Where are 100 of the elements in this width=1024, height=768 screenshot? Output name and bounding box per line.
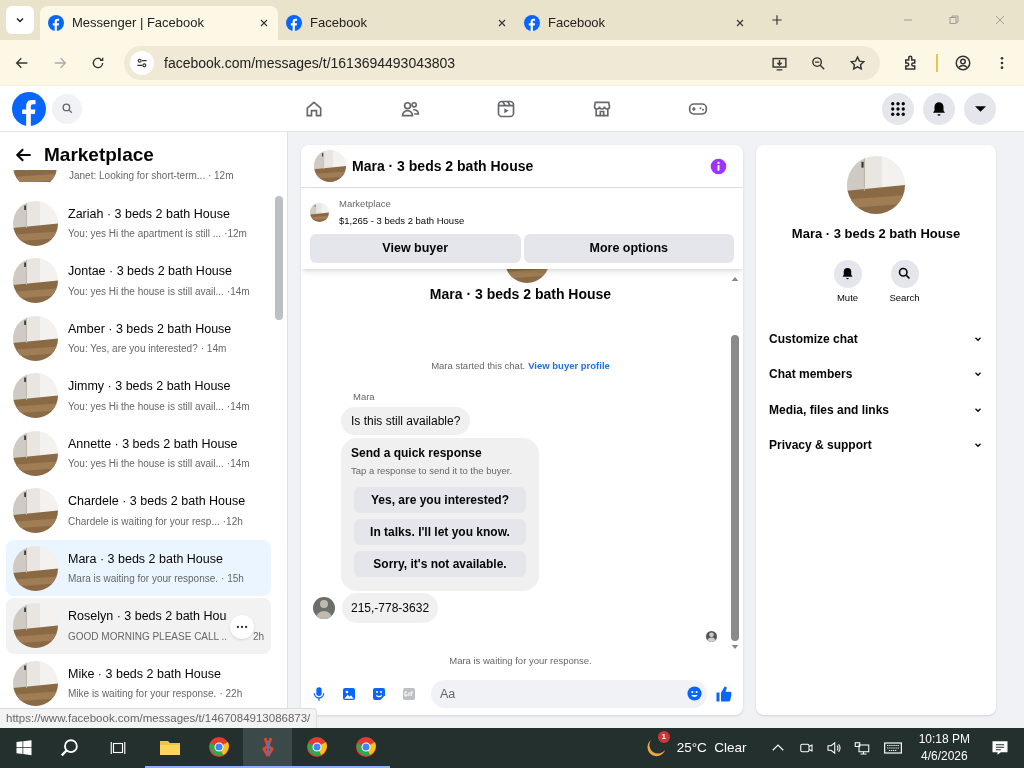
message-preview: Chardele is waiting for your resp... bbox=[68, 514, 220, 529]
browser-tab[interactable]: Facebook bbox=[516, 6, 754, 40]
info-icon[interactable] bbox=[710, 157, 727, 175]
address-bar[interactable]: facebook.com/messages/t/1613694493043803 bbox=[124, 46, 880, 80]
chrome-icon[interactable] bbox=[304, 735, 329, 759]
action-button[interactable] bbox=[890, 259, 919, 288]
close-icon[interactable] bbox=[258, 17, 270, 29]
search-icon bbox=[897, 266, 912, 281]
scrollbar-thumb[interactable] bbox=[275, 196, 283, 320]
waiting-note: Mara is waiting for your response. bbox=[448, 654, 593, 669]
chat-started-note: Mara started this chat. bbox=[431, 358, 526, 373]
facebook-logo-icon[interactable] bbox=[12, 91, 46, 126]
tab-title: Facebook bbox=[310, 14, 369, 33]
message-time: ·14m bbox=[226, 399, 250, 414]
weather-text: 25°C Clear bbox=[676, 738, 747, 757]
new-tab-icon[interactable] bbox=[770, 13, 784, 27]
close-icon[interactable] bbox=[734, 17, 746, 29]
message-preview: Mike is waiting for your response. bbox=[68, 687, 217, 702]
reload-icon[interactable] bbox=[90, 55, 106, 71]
contact-name: Mara · 3 beds 2 bath House bbox=[791, 225, 961, 243]
emoji-icon[interactable] bbox=[686, 685, 703, 702]
conversation-item[interactable]: Annette · 3 beds 2 bath House You: yes Hi the house is still avail... ·14m bbox=[6, 425, 271, 481]
sender-name: Mara bbox=[353, 389, 376, 404]
facebook-logo-icon bbox=[286, 15, 302, 31]
account-button[interactable] bbox=[964, 92, 996, 125]
message-time: · 22h bbox=[219, 687, 243, 702]
conversation-item[interactable]: Jimmy · 3 beds 2 bath House You: yes Hi the house is still avail... ·14m bbox=[6, 367, 271, 424]
browser-tab[interactable]: Facebook bbox=[278, 6, 516, 40]
quick-response-button[interactable]: Sorry, it's not available. bbox=[354, 551, 526, 578]
conversation-item[interactable]: Zariah · 3 beds 2 bath House You: yes Hi the apartment is still ... ·12m bbox=[6, 195, 271, 251]
windows-start-icon[interactable] bbox=[15, 739, 33, 757]
listing-summary: $1,265 - 3 beds 2 bath House bbox=[339, 214, 465, 229]
profile-icon[interactable] bbox=[954, 54, 972, 72]
quick-response-button[interactable]: Yes, are you interested? bbox=[354, 487, 526, 514]
listing-action-button[interactable]: View buyer bbox=[310, 233, 521, 263]
url-text: facebook.com/messages/t/1613694493043803 bbox=[164, 53, 457, 73]
section-row[interactable]: Privacy & support bbox=[762, 427, 990, 463]
search-button[interactable] bbox=[52, 93, 82, 124]
facebook-logo-icon bbox=[524, 15, 540, 31]
message-time: ·14m bbox=[226, 284, 250, 299]
grid-icon bbox=[889, 99, 907, 118]
section-row[interactable]: Chat members bbox=[762, 356, 990, 392]
section-title: Privacy & support bbox=[769, 437, 873, 454]
conversation-item[interactable]: Mara · 3 beds 2 bath House Mara is waiting for your response. · 15h bbox=[6, 540, 271, 596]
conversation-item[interactable]: Jontae · 3 beds 2 bath House You: yes Hi the house is still avail... ·14m bbox=[6, 252, 271, 309]
action-label: Search bbox=[889, 290, 920, 305]
bookmark-star-icon[interactable] bbox=[849, 54, 866, 72]
search-icon bbox=[60, 102, 74, 115]
notification-badge: 1 bbox=[657, 731, 670, 743]
listing-action-button[interactable]: More options bbox=[523, 233, 734, 263]
site-settings-icon[interactable] bbox=[135, 56, 149, 70]
browser-tab[interactable]: Messenger | Facebook bbox=[40, 6, 278, 40]
section-row[interactable]: Media, files and links bbox=[762, 391, 990, 428]
thumbs-up-icon[interactable] bbox=[715, 685, 733, 703]
search-icon[interactable] bbox=[59, 737, 81, 759]
conversation-name: Mara · 3 beds 2 bath House bbox=[68, 550, 224, 568]
tab-title: Facebook bbox=[548, 14, 607, 33]
message-preview: You: yes Hi the apartment is still ... bbox=[68, 227, 222, 242]
facebook-logo-icon bbox=[48, 15, 64, 31]
chrome-icon[interactable] bbox=[353, 735, 378, 759]
message-time: ·12m bbox=[224, 227, 247, 242]
notifications-button[interactable] bbox=[923, 92, 955, 125]
image-icon[interactable] bbox=[341, 686, 357, 702]
message-preview: GOOD MORNING PLEASE CALL .. bbox=[68, 629, 228, 644]
sticker-icon[interactable] bbox=[371, 686, 387, 702]
section-title: Chat members bbox=[769, 366, 854, 383]
message-bubble: Is this still available? bbox=[341, 407, 471, 435]
conversation-title: Mara · 3 beds 2 bath House bbox=[428, 284, 613, 304]
task-view-icon[interactable] bbox=[109, 739, 127, 757]
clock-time: 10:18 PM bbox=[918, 731, 970, 748]
view-buyer-profile-link[interactable]: View buyer profile bbox=[528, 358, 610, 373]
listing-source: Marketplace bbox=[339, 197, 392, 211]
conversation-item[interactable]: Mike · 3 beds 2 bath House Mike is waiting for your response. · 22h bbox=[6, 655, 271, 711]
read-receipt-icon bbox=[706, 631, 717, 643]
network-icon[interactable] bbox=[852, 739, 871, 757]
conversation-name: Annette · 3 beds 2 bath House bbox=[68, 435, 239, 453]
close-icon[interactable] bbox=[496, 17, 508, 29]
scrollbar-thumb[interactable] bbox=[731, 334, 739, 641]
message-time: 2h bbox=[252, 629, 264, 644]
sidebar-title: Marketplace bbox=[44, 142, 154, 167]
menu-grid-button[interactable] bbox=[882, 92, 914, 125]
conversation-item[interactable]: Roselyn · 3 beds 2 bath Hou GOOD MORNING PLEASE CALL .. 2h bbox=[6, 597, 271, 654]
quick-response-button[interactable]: In talks. I'll let you know. bbox=[354, 519, 526, 546]
conversation-name: Mike · 3 beds 2 bath House bbox=[68, 665, 222, 683]
video-icon[interactable] bbox=[496, 98, 516, 119]
message-preview: You: Yes, are you interested? bbox=[68, 342, 198, 357]
conversation-item[interactable]: Amber · 3 beds 2 bath House You: Yes, are you interested? · 14m bbox=[6, 310, 271, 366]
back-icon[interactable] bbox=[14, 55, 30, 71]
speaker-icon[interactable] bbox=[824, 739, 843, 757]
quick-response-title: Send a quick response bbox=[351, 445, 483, 462]
message-time: · 14m bbox=[200, 342, 227, 357]
chrome-icon[interactable] bbox=[206, 735, 231, 759]
message-input[interactable]: Aa bbox=[431, 680, 707, 708]
bell-icon bbox=[840, 266, 855, 281]
action-button[interactable] bbox=[833, 259, 862, 288]
microphone-icon[interactable] bbox=[311, 686, 327, 702]
section-row[interactable]: Customize chat bbox=[762, 320, 990, 357]
zoom-out-icon[interactable] bbox=[810, 54, 827, 72]
conversation-item[interactable]: Chardele · 3 beds 2 bath House Chardele is waiting for your resp... ·12h bbox=[6, 482, 271, 539]
message-preview: You: yes Hi the house is still avail... bbox=[68, 399, 224, 414]
